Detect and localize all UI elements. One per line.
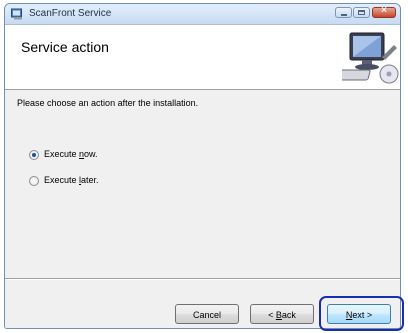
minimize-button[interactable] bbox=[335, 7, 352, 18]
execute-later-label[interactable]: Execute later. bbox=[44, 175, 99, 185]
back-button[interactable]: < Back bbox=[250, 304, 314, 324]
maximize-button[interactable] bbox=[353, 7, 370, 18]
minimize-icon bbox=[341, 14, 347, 16]
app-icon bbox=[11, 8, 22, 20]
execute-now-radio[interactable] bbox=[29, 150, 39, 160]
execute-later-radio[interactable] bbox=[29, 176, 39, 186]
close-icon: × bbox=[381, 5, 387, 16]
title-bar[interactable]: ScanFront Service × bbox=[5, 4, 400, 25]
wizard-content: Please choose an action after the instal… bbox=[5, 90, 400, 278]
installer-window: ScanFront Service × Service action Pleas… bbox=[4, 3, 401, 329]
wizard-header: Service action bbox=[5, 25, 400, 90]
execute-now-label[interactable]: Execute now. bbox=[44, 149, 98, 159]
page-title: Service action bbox=[21, 39, 109, 55]
next-button-highlight bbox=[319, 296, 404, 331]
instruction-text: Please choose an action after the instal… bbox=[17, 98, 199, 108]
maximize-icon bbox=[358, 10, 365, 15]
computer-setup-icon bbox=[342, 32, 399, 84]
window-title: ScanFront Service bbox=[29, 8, 112, 19]
close-button[interactable]: × bbox=[372, 5, 396, 18]
cancel-button[interactable]: Cancel bbox=[175, 304, 239, 324]
